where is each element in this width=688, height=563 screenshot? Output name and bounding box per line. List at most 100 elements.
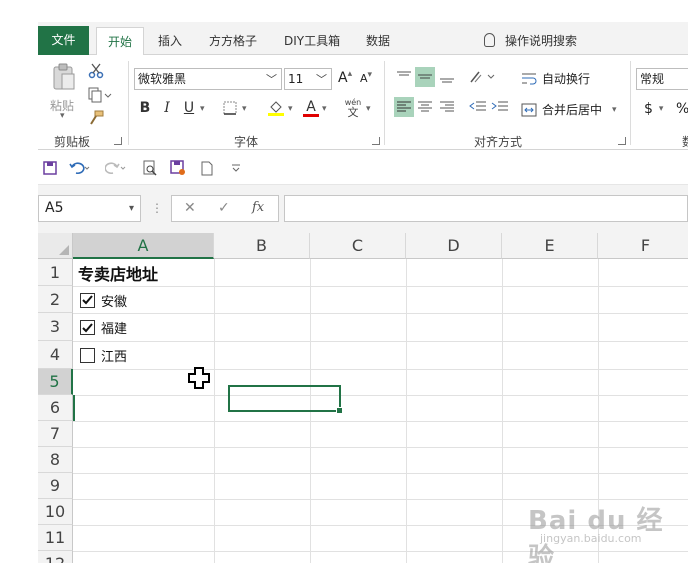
name-box[interactable]: A5 ▾ bbox=[38, 195, 141, 222]
column-header-b[interactable]: B bbox=[214, 233, 310, 259]
align-launcher-icon[interactable] bbox=[618, 137, 626, 145]
chevron-down-icon: ▾ bbox=[128, 203, 134, 214]
phonetic-icon: 文 bbox=[347, 105, 359, 119]
formula-input[interactable] bbox=[284, 195, 688, 222]
row-header-2[interactable]: 2 bbox=[38, 286, 73, 313]
grow-font-button[interactable]: A ▴ bbox=[338, 69, 352, 86]
wrap-text-label: 自动换行 bbox=[542, 72, 591, 86]
row-header-12[interactable]: 12 bbox=[38, 551, 73, 563]
shrink-font-icon: A bbox=[360, 72, 368, 85]
undo-icon[interactable] bbox=[68, 159, 92, 177]
orientation-icon[interactable] bbox=[468, 67, 496, 87]
underline-button[interactable]: U bbox=[178, 98, 200, 118]
format-painter-icon[interactable] bbox=[87, 110, 105, 126]
tab-file[interactable]: 文件 bbox=[38, 26, 89, 55]
save-icon[interactable] bbox=[42, 159, 58, 177]
align-middle-icon[interactable] bbox=[415, 67, 435, 87]
column-header-c[interactable]: C bbox=[310, 233, 406, 259]
font-color-button[interactable]: A bbox=[302, 98, 320, 118]
row-header-3[interactable]: 3 bbox=[38, 313, 73, 341]
merge-center-icon bbox=[521, 103, 537, 116]
select-all-button[interactable] bbox=[38, 233, 73, 259]
print-preview-icon[interactable] bbox=[142, 159, 158, 177]
tell-me-search[interactable]: 操作说明搜索 bbox=[484, 28, 577, 54]
increase-indent-icon[interactable] bbox=[490, 97, 510, 117]
currency-button[interactable]: $ ▾ bbox=[644, 101, 663, 117]
column-header-d[interactable]: D bbox=[406, 233, 502, 259]
paste-icon[interactable] bbox=[50, 63, 78, 93]
checkbox-anhui[interactable]: 安徽 bbox=[80, 287, 127, 313]
phonetic-dropdown-icon[interactable]: ▾ bbox=[366, 104, 371, 114]
checkbox-checked-icon[interactable] bbox=[80, 292, 95, 308]
border-icon[interactable] bbox=[221, 100, 239, 116]
italic-button[interactable]: I bbox=[156, 98, 178, 118]
copy-icon[interactable] bbox=[87, 87, 113, 103]
column-header-a[interactable]: A bbox=[73, 233, 214, 259]
checkbox-fujian[interactable]: 福建 bbox=[80, 314, 127, 341]
save-as-icon[interactable] bbox=[170, 159, 186, 177]
ribbon-separator bbox=[384, 61, 385, 145]
merge-dropdown-icon[interactable]: ▾ bbox=[612, 105, 617, 115]
row-header-10[interactable]: 10 bbox=[38, 499, 73, 525]
tab-insert[interactable]: 插入 bbox=[148, 27, 192, 55]
row-header-1[interactable]: 1 bbox=[38, 259, 73, 286]
drawn-selection-rectangle[interactable] bbox=[228, 385, 343, 414]
window-top-margin bbox=[0, 0, 688, 22]
row-header-9[interactable]: 9 bbox=[38, 473, 73, 499]
ribbon-home: 粘贴 ▾ 剪贴板 微软雅黑 ﹀ 11 ﹀ A ▴ A ▾ B I U ▾ ▾ ▾… bbox=[38, 55, 688, 150]
decrease-indent-icon[interactable] bbox=[468, 97, 488, 117]
font-size-select[interactable]: 11 ﹀ bbox=[284, 68, 332, 90]
customize-toolbar-icon[interactable] bbox=[230, 159, 242, 177]
font-name-select[interactable]: 微软雅黑 ﹀ bbox=[134, 68, 282, 90]
font-launcher-icon[interactable] bbox=[372, 137, 380, 145]
gridline bbox=[502, 259, 503, 563]
column-header-f[interactable]: F bbox=[598, 233, 688, 259]
bold-button[interactable]: B bbox=[134, 98, 156, 118]
align-right-icon[interactable] bbox=[437, 97, 457, 117]
shrink-font-button[interactable]: A ▾ bbox=[360, 70, 372, 86]
border-dropdown-icon[interactable]: ▾ bbox=[242, 104, 247, 114]
formula-bar-grip-icon[interactable]: ⋮ bbox=[151, 201, 163, 215]
tab-data[interactable]: 数据 bbox=[356, 27, 400, 55]
align-center-icon[interactable] bbox=[415, 97, 435, 117]
cut-icon[interactable] bbox=[87, 63, 105, 79]
fill-color-icon[interactable] bbox=[266, 98, 286, 118]
row-header-8[interactable]: 8 bbox=[38, 447, 73, 473]
merge-center-button[interactable]: 合并后居中 ▾ bbox=[521, 101, 617, 118]
checkbox-jiangxi[interactable]: 江西 bbox=[80, 342, 127, 369]
checkbox-unchecked-icon[interactable] bbox=[80, 348, 95, 363]
clipboard-launcher-icon[interactable] bbox=[114, 137, 122, 145]
fill-color-dropdown-icon[interactable]: ▾ bbox=[288, 104, 293, 114]
column-header-e[interactable]: E bbox=[502, 233, 598, 259]
paste-dropdown-icon[interactable]: ▾ bbox=[60, 111, 65, 121]
new-document-icon[interactable] bbox=[200, 159, 214, 177]
row-header-11[interactable]: 11 bbox=[38, 525, 73, 551]
cancel-entry-icon[interactable]: ✕ bbox=[184, 200, 196, 216]
font-color-dropdown-icon[interactable]: ▾ bbox=[322, 104, 327, 114]
align-left-icon[interactable] bbox=[394, 97, 414, 117]
row-header-5[interactable]: 5 bbox=[38, 369, 73, 395]
gridline bbox=[73, 395, 688, 396]
phonetic-button[interactable]: wén 文 bbox=[342, 97, 364, 119]
wrap-text-button[interactable]: 自动换行 bbox=[521, 70, 590, 87]
tab-diy[interactable]: DIY工具箱 bbox=[274, 27, 350, 55]
confirm-entry-icon[interactable]: ✓ bbox=[218, 200, 230, 216]
row-header-4[interactable]: 4 bbox=[38, 341, 73, 369]
merge-center-label: 合并后居中 bbox=[542, 103, 603, 117]
tab-home[interactable]: 开始 bbox=[96, 27, 144, 56]
checkbox-checked-icon[interactable] bbox=[80, 320, 95, 335]
gridline bbox=[73, 421, 688, 422]
row-header-7[interactable]: 7 bbox=[38, 421, 73, 447]
row-header-6[interactable]: 6 bbox=[38, 395, 73, 421]
insert-function-icon[interactable]: fx bbox=[252, 200, 264, 215]
gridline bbox=[406, 259, 407, 563]
number-format-select[interactable]: 常规 bbox=[636, 68, 688, 90]
redo-icon[interactable] bbox=[104, 159, 128, 177]
align-top-icon[interactable] bbox=[394, 67, 414, 87]
cell-a1[interactable]: 专卖店地址 bbox=[78, 260, 158, 286]
percent-button[interactable]: % bbox=[676, 101, 688, 117]
align-bottom-icon[interactable] bbox=[437, 67, 457, 87]
tab-ffgz[interactable]: 方方格子 bbox=[199, 27, 267, 55]
underline-dropdown-icon[interactable]: ▾ bbox=[200, 104, 205, 114]
active-cell-marker bbox=[73, 395, 75, 421]
